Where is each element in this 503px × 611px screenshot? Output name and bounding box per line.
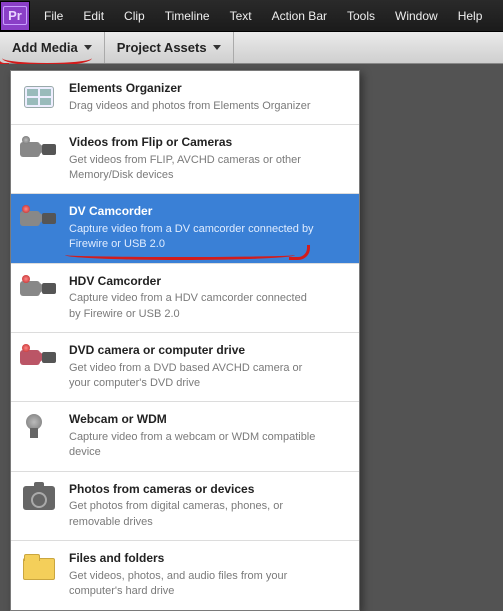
- add-media-dropdown: Elements Organizer Drag videos and photo…: [10, 70, 360, 611]
- item-desc: Drag videos and photos from Elements Org…: [69, 99, 319, 114]
- menu-help[interactable]: Help: [448, 3, 493, 29]
- menu-timeline[interactable]: Timeline: [155, 3, 220, 29]
- camcorder-icon: [19, 204, 59, 236]
- dropdown-item-hdv-camcorder[interactable]: HDV Camcorder Capture video from a HDV c…: [11, 264, 359, 333]
- dvd-camera-icon: [19, 343, 59, 375]
- organizer-icon: [19, 81, 59, 113]
- dropdown-item-dvd-camera[interactable]: DVD camera or computer drive Get video f…: [11, 333, 359, 402]
- app-icon: Pr: [0, 1, 30, 31]
- item-title: Files and folders: [69, 551, 349, 567]
- folder-icon: [19, 551, 59, 583]
- item-title: Elements Organizer: [69, 81, 349, 97]
- item-desc: Capture video from a HDV camcorder conne…: [69, 291, 319, 322]
- chevron-down-icon: [213, 45, 221, 50]
- menu-file[interactable]: File: [34, 3, 73, 29]
- dropdown-item-dv-camcorder[interactable]: DV Camcorder Capture video from a DV cam…: [11, 194, 359, 263]
- menu-window[interactable]: Window: [385, 3, 448, 29]
- camera-photo-icon: [19, 482, 59, 514]
- camera-icon: [19, 135, 59, 167]
- dropdown-item-photos[interactable]: Photos from cameras or devices Get photo…: [11, 472, 359, 541]
- item-desc: Capture video from a DV camcorder connec…: [69, 222, 319, 253]
- menu-tools[interactable]: Tools: [337, 3, 385, 29]
- dropdown-item-files-folders[interactable]: Files and folders Get videos, photos, an…: [11, 541, 359, 609]
- menu-bar: File Edit Clip Timeline Text Action Bar …: [34, 3, 492, 29]
- camcorder-icon: [19, 274, 59, 306]
- add-media-label: Add Media: [12, 40, 78, 55]
- item-desc: Get photos from digital cameras, phones,…: [69, 499, 319, 530]
- title-bar: Pr File Edit Clip Timeline Text Action B…: [0, 0, 503, 32]
- item-title: Webcam or WDM: [69, 412, 349, 428]
- menu-edit[interactable]: Edit: [73, 3, 114, 29]
- chevron-down-icon: [84, 45, 92, 50]
- toolbar: Add Media Project Assets: [0, 32, 503, 64]
- item-title: HDV Camcorder: [69, 274, 349, 290]
- item-title: DVD camera or computer drive: [69, 343, 349, 359]
- add-media-button[interactable]: Add Media: [0, 32, 105, 63]
- dropdown-item-flip-cameras[interactable]: Videos from Flip or Cameras Get videos f…: [11, 125, 359, 194]
- workspace: Elements Organizer Drag videos and photo…: [0, 64, 503, 598]
- item-title: Photos from cameras or devices: [69, 482, 349, 498]
- webcam-icon: [19, 412, 59, 444]
- item-desc: Get videos from FLIP, AVCHD cameras or o…: [69, 153, 319, 184]
- item-title: DV Camcorder: [69, 204, 349, 220]
- project-assets-button[interactable]: Project Assets: [105, 32, 234, 63]
- menu-text[interactable]: Text: [220, 3, 262, 29]
- annotation-underline: [65, 254, 295, 260]
- item-desc: Get video from a DVD based AVCHD camera …: [69, 361, 319, 392]
- item-title: Videos from Flip or Cameras: [69, 135, 349, 151]
- project-assets-label: Project Assets: [117, 40, 207, 55]
- dropdown-item-elements-organizer[interactable]: Elements Organizer Drag videos and photo…: [11, 71, 359, 125]
- menu-actionbar[interactable]: Action Bar: [262, 3, 337, 29]
- item-desc: Capture video from a webcam or WDM compa…: [69, 430, 319, 461]
- dropdown-item-webcam[interactable]: Webcam or WDM Capture video from a webca…: [11, 402, 359, 471]
- menu-clip[interactable]: Clip: [114, 3, 155, 29]
- item-desc: Get videos, photos, and audio files from…: [69, 569, 319, 600]
